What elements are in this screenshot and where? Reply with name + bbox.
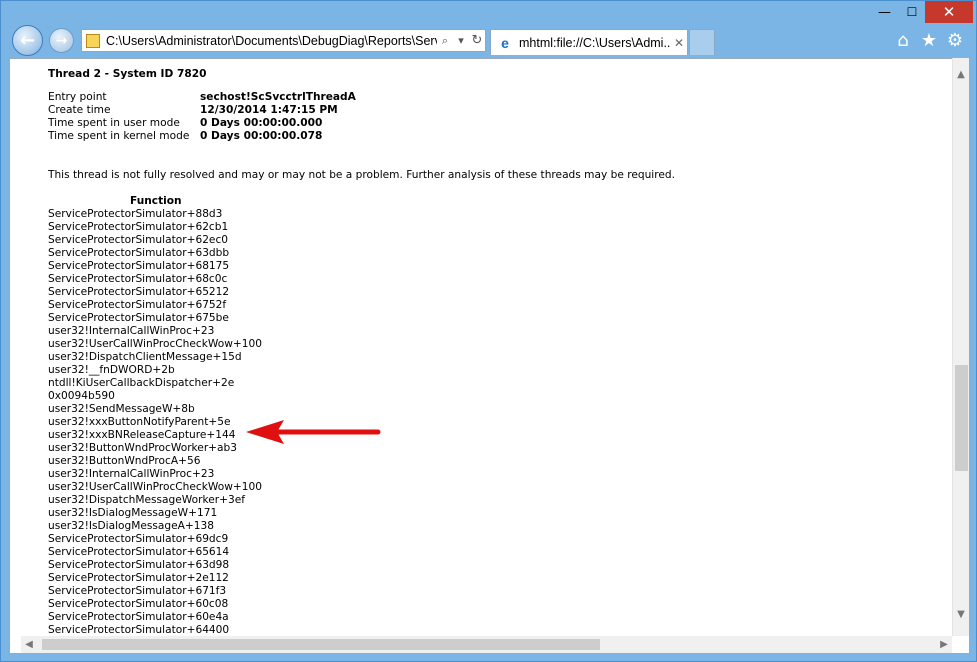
- tab-active[interactable]: e mhtml:file://C:\Users\Admi... ✕: [490, 29, 688, 55]
- function-row: ServiceProtectorSimulator+63dbb: [48, 247, 230, 259]
- tools-gear-icon[interactable]: ⚙: [946, 30, 964, 51]
- info-value: sechost!ScSvcctrlThreadA: [200, 91, 356, 103]
- browser-window: — ☐ ✕ ← → C:\Users\Administrator\Documen…: [0, 0, 977, 662]
- function-row: ServiceProtectorSimulator+88d3: [48, 208, 223, 220]
- function-row: user32!InternalCallWinProc+23: [48, 325, 215, 337]
- function-row: ServiceProtectorSimulator+671f3: [48, 585, 227, 597]
- function-row: user32!InternalCallWinProc+23: [48, 468, 215, 480]
- address-dropdown-icon[interactable]: ▾: [453, 34, 469, 47]
- call-stack-list: ServiceProtectorSimulator+88d3 ServicePro…: [48, 208, 262, 637]
- function-row: user32!__fnDWORD+2b: [48, 364, 175, 376]
- function-row: 0x0094b590: [48, 390, 115, 402]
- info-row: Entry point sechost!ScSvcctrlThreadA: [48, 91, 356, 104]
- toolbar-icons: ⌂ ★ ⚙: [894, 30, 964, 51]
- minimize-button[interactable]: —: [871, 1, 898, 23]
- thread-title: Thread 2 - System ID 7820: [48, 68, 207, 80]
- function-row: user32!ButtonWndProcA+56: [48, 455, 201, 467]
- search-icon[interactable]: ⌕: [437, 34, 453, 48]
- scroll-down-icon[interactable]: ▼: [953, 606, 969, 623]
- function-row: ServiceProtectorSimulator+69dc9: [48, 533, 229, 545]
- annotation-arrow-icon: [246, 420, 381, 444]
- function-row: user32!xxxBNReleaseCapture+144: [48, 429, 236, 441]
- function-row: ServiceProtectorSimulator+6752f: [48, 299, 227, 311]
- page-content: Thread 2 - System ID 7820 Entry point se…: [9, 58, 970, 654]
- function-row: ntdll!KiUserCallbackDispatcher+2e: [48, 377, 235, 389]
- info-label: Entry point: [48, 91, 107, 103]
- info-row: Create time 12/30/2014 1:47:15 PM: [48, 104, 356, 117]
- info-label: Time spent in kernel mode: [48, 130, 190, 142]
- home-icon[interactable]: ⌂: [894, 30, 912, 51]
- maximize-button[interactable]: ☐: [899, 1, 925, 23]
- horizontal-scroll-thumb[interactable]: [42, 639, 600, 650]
- info-row: Time spent in kernel mode 0 Days 00:00:0…: [48, 130, 356, 143]
- function-row: user32!ButtonWndProcWorker+ab3: [48, 442, 238, 454]
- info-label: Time spent in user mode: [48, 117, 180, 129]
- back-button[interactable]: ←: [12, 25, 43, 56]
- forward-button[interactable]: →: [49, 28, 74, 53]
- scroll-up-icon[interactable]: ▲: [953, 66, 969, 83]
- info-label: Create time: [48, 104, 111, 116]
- vertical-scroll-thumb[interactable]: [955, 365, 968, 471]
- function-row: ServiceProtectorSimulator+63d98: [48, 559, 230, 571]
- address-bar[interactable]: C:\Users\Administrator\Documents\DebugDi…: [81, 29, 486, 52]
- function-row: user32!IsDialogMessageW+171: [48, 507, 218, 519]
- info-row: Time spent in user mode 0 Days 00:00:00.…: [48, 117, 356, 130]
- function-row: ServiceProtectorSimulator+2e112: [48, 572, 229, 584]
- function-row: user32!DispatchClientMessage+15d: [48, 351, 242, 363]
- vertical-scrollbar[interactable]: ▲ ▼: [952, 58, 969, 636]
- back-arrow-icon: ←: [19, 30, 36, 51]
- tab-title: mhtml:file://C:\Users\Admi...: [519, 35, 671, 50]
- tab-close-icon[interactable]: ✕: [671, 36, 687, 50]
- function-row: ServiceProtectorSimulator+62cb1: [48, 221, 229, 233]
- function-row: user32!UserCallWinProcCheckWow+100: [48, 338, 262, 350]
- refresh-icon[interactable]: ↻: [469, 33, 485, 48]
- function-row: ServiceProtectorSimulator+68c0c: [48, 273, 228, 285]
- function-row: user32!xxxButtonNotifyParent+5e: [48, 416, 231, 428]
- function-row: ServiceProtectorSimulator+68175: [48, 260, 230, 272]
- info-value: 0 Days 00:00:00.078: [200, 130, 323, 142]
- ie-logo-icon: e: [501, 34, 509, 51]
- function-row: ServiceProtectorSimulator+65614: [48, 546, 230, 558]
- function-row: user32!IsDialogMessageA+138: [48, 520, 214, 532]
- function-row: ServiceProtectorSimulator+60c08: [48, 598, 229, 610]
- function-row: ServiceProtectorSimulator+65212: [48, 286, 230, 298]
- info-value: 12/30/2014 1:47:15 PM: [200, 104, 338, 116]
- favorites-star-icon[interactable]: ★: [920, 30, 938, 51]
- thread-info: Entry point sechost!ScSvcctrlThreadA Cre…: [48, 91, 356, 143]
- scroll-left-icon[interactable]: ◀: [21, 636, 37, 653]
- function-row: user32!DispatchMessageWorker+3ef: [48, 494, 245, 506]
- new-tab-button[interactable]: [689, 29, 715, 55]
- scroll-right-icon[interactable]: ▶: [936, 636, 952, 653]
- function-header: Function: [130, 195, 182, 207]
- page-file-icon: [86, 33, 100, 48]
- analysis-note: This thread is not fully resolved and ma…: [48, 169, 675, 181]
- function-row: ServiceProtectorSimulator+60e4a: [48, 611, 229, 623]
- horizontal-scrollbar[interactable]: ◀ ▶: [21, 636, 952, 653]
- forward-arrow-icon: →: [55, 32, 68, 49]
- function-row: ServiceProtectorSimulator+675be: [48, 312, 229, 324]
- function-row: ServiceProtectorSimulator+62ec0: [48, 234, 229, 246]
- close-button[interactable]: ✕: [925, 1, 973, 23]
- function-row: user32!UserCallWinProcCheckWow+100: [48, 481, 262, 493]
- address-url[interactable]: C:\Users\Administrator\Documents\DebugDi…: [106, 34, 437, 48]
- info-value: 0 Days 00:00:00.000: [200, 117, 323, 129]
- function-row: user32!SendMessageW+8b: [48, 403, 195, 415]
- report-page: Thread 2 - System ID 7820 Entry point se…: [48, 59, 928, 639]
